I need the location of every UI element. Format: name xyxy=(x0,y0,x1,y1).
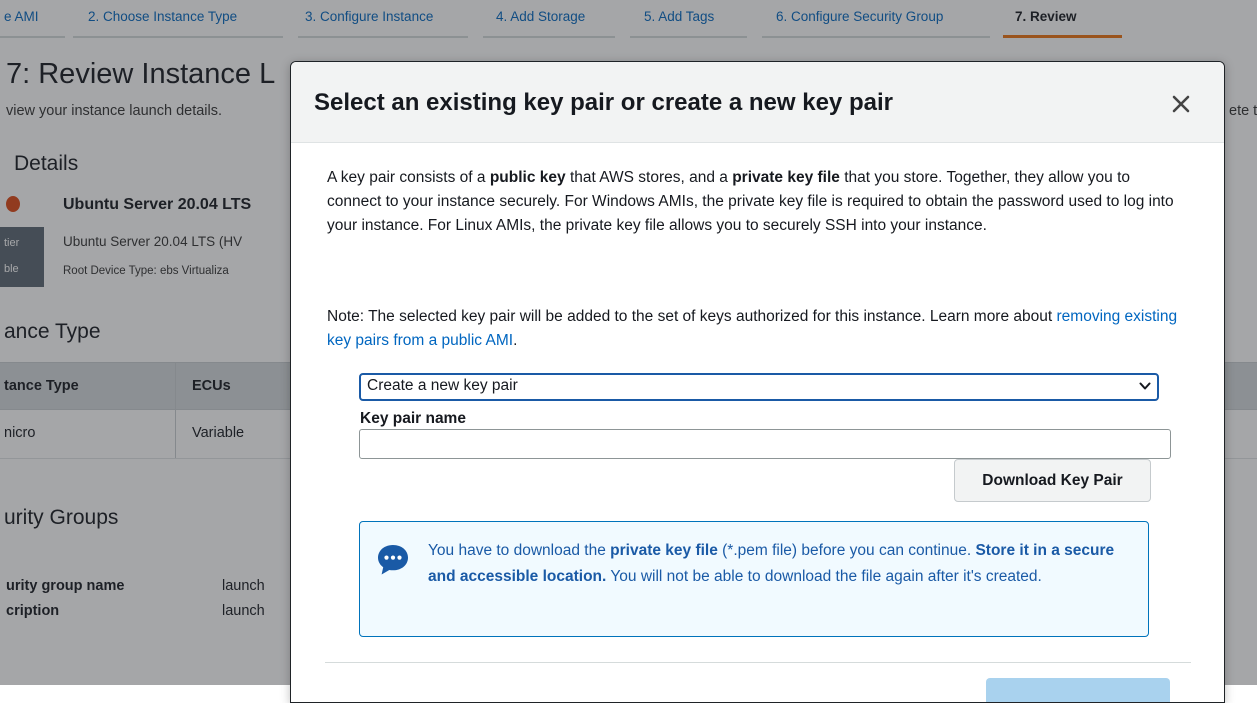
modal-title: Select an existing key pair or create a … xyxy=(314,89,893,116)
key-pair-modal: Select an existing key pair or create a … xyxy=(290,61,1225,703)
info-message: You have to download the private key fil… xyxy=(428,542,1115,585)
speech-bubble-icon xyxy=(378,545,408,575)
modal-header: Select an existing key pair or create a … xyxy=(291,62,1224,143)
launch-instances-button[interactable] xyxy=(986,678,1170,702)
key-pair-option-select[interactable]: Create a new key pair xyxy=(359,373,1159,401)
select-value: Create a new key pair xyxy=(367,377,518,394)
key-pair-name-label: Key pair name xyxy=(360,410,466,427)
chevron-down-icon xyxy=(1139,382,1151,390)
key-pair-note: Note: The selected key pair will be adde… xyxy=(327,308,1178,349)
key-pair-intro: A key pair consists of a public key that… xyxy=(327,169,1174,234)
download-key-pair-button[interactable]: Download Key Pair xyxy=(954,459,1151,502)
key-pair-name-input[interactable] xyxy=(359,429,1171,459)
close-icon xyxy=(1172,95,1190,113)
modal-footer-divider xyxy=(325,662,1191,663)
close-button[interactable] xyxy=(1167,90,1195,118)
download-info-alert: You have to download the private key fil… xyxy=(359,521,1149,637)
